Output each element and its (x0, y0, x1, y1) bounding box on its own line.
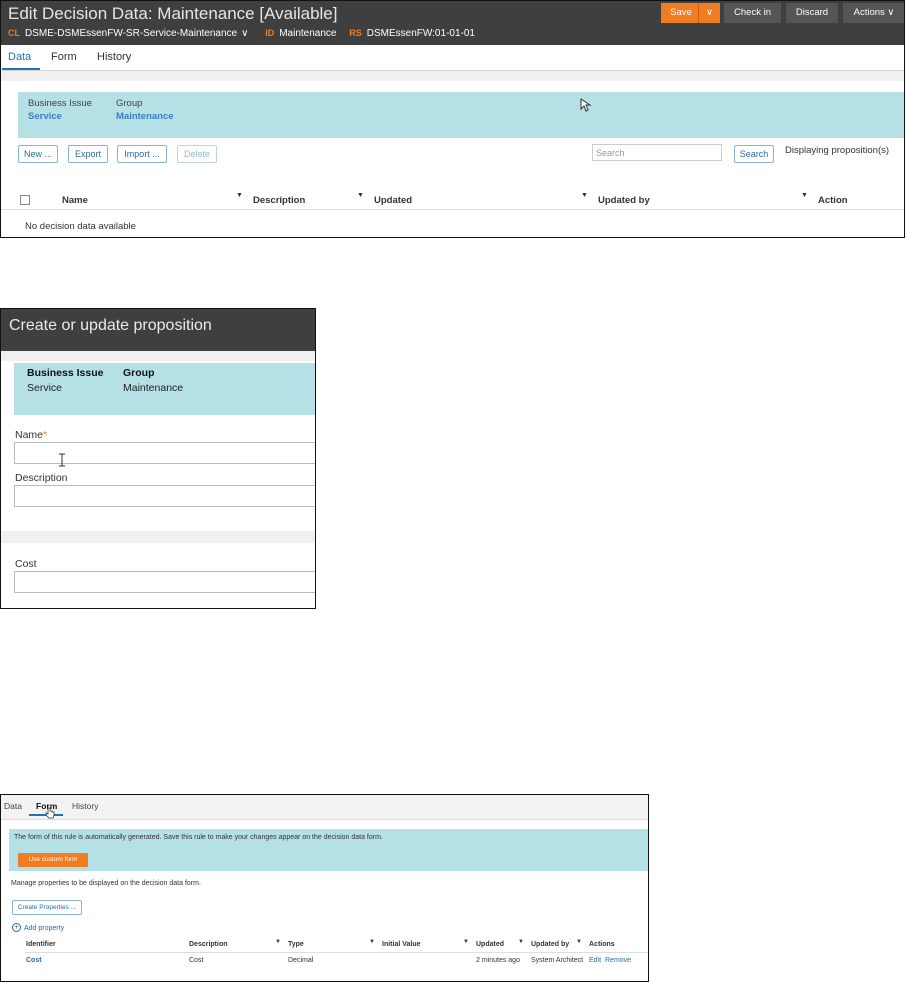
column-updated-by[interactable]: Updated by (598, 195, 650, 206)
new-button[interactable]: New ... (18, 145, 58, 163)
class-key: CL (8, 28, 20, 38)
rule-meta: CL DSME-DSMEssenFW-SR-Service-Maintenance… (8, 28, 485, 39)
description-label: Description (15, 472, 68, 484)
chevron-down-icon[interactable]: ∨ (241, 28, 248, 39)
rule-tabs: Data Form History (1, 795, 648, 820)
ruleset-key: RS (349, 28, 362, 38)
column-description: Description (189, 941, 228, 948)
filter-icon[interactable]: ▼ (463, 939, 469, 945)
name-label-text: Name (15, 429, 44, 441)
header-divider (25, 952, 648, 953)
delete-button[interactable]: Delete (177, 145, 217, 163)
edit-link[interactable]: Edit (589, 957, 601, 964)
column-name[interactable]: Name (62, 195, 88, 206)
save-options-chevron-icon[interactable]: ∨ (698, 3, 720, 23)
group-label: Group (123, 367, 155, 379)
add-property-link[interactable]: Add property (24, 925, 64, 932)
tab-history[interactable]: History (72, 801, 98, 811)
rule-header: Edit Decision Data: Maintenance [Availab… (1, 1, 904, 45)
auto-generated-note: The form of this rule is automatically g… (14, 834, 383, 841)
group-value: Maintenance (123, 382, 184, 394)
filter-icon[interactable]: ▼ (801, 192, 808, 199)
use-custom-form-button[interactable]: Use custom form (18, 853, 88, 867)
discard-button[interactable]: Discard (786, 3, 838, 23)
form-tab-panel: Data Form History The form of this rule … (0, 794, 649, 982)
import-button[interactable]: Import ... (117, 145, 167, 163)
required-icon: * (43, 429, 48, 441)
class-value[interactable]: DSME-DSMEssenFW-SR-Service-Maintenance (25, 28, 237, 39)
actions-button[interactable]: Actions ∨ (843, 3, 904, 23)
dialog-title: Create or update proposition (9, 317, 212, 334)
column-actions: Actions (589, 941, 615, 948)
group-value[interactable]: Maintenance (116, 111, 174, 122)
id-key: ID (265, 28, 275, 38)
filter-icon[interactable]: ▼ (236, 192, 243, 199)
column-identifier: Identifier (26, 941, 56, 948)
column-updated: Updated (476, 941, 504, 948)
rule-tabs: Data Form History (1, 45, 904, 71)
group-label: Group (116, 98, 143, 109)
proposition-dialog: Create or update proposition Business Is… (0, 308, 316, 609)
check-in-button[interactable]: Check in (724, 3, 781, 23)
create-properties-button[interactable]: Create Properties ... (12, 900, 82, 915)
remove-link[interactable]: Remove (605, 957, 631, 964)
mouse-cursor-icon (580, 98, 592, 112)
table-header: Name ▼ Description ▼ Updated ▼ Updated b… (1, 189, 904, 210)
column-updated-by: Updated by (531, 941, 570, 948)
export-button[interactable]: Export (68, 145, 108, 163)
active-tab-indicator (2, 68, 40, 70)
hand-cursor-icon (45, 807, 55, 819)
business-issue-label: Business Issue (28, 98, 92, 109)
text-cursor-icon (59, 453, 65, 467)
add-circle-icon[interactable]: + (12, 923, 21, 932)
rule-title: Edit Decision Data: Maintenance [Availab… (8, 4, 338, 23)
tab-data[interactable]: Data (8, 51, 31, 63)
select-all-checkbox[interactable] (20, 195, 30, 205)
name-label: Name* (15, 429, 47, 441)
filter-icon[interactable]: ▼ (518, 939, 524, 945)
cost-label: Cost (15, 558, 37, 570)
row-updated: 2 minutes ago (476, 957, 520, 964)
id-value: Maintenance (279, 28, 337, 39)
tab-form[interactable]: Form (51, 51, 77, 63)
manage-properties-text: Manage properties to be displayed on the… (11, 880, 201, 887)
row-description: Cost (189, 957, 204, 964)
row-updated-by: System Architect (531, 957, 584, 964)
search-input[interactable]: Search (592, 144, 722, 161)
filter-icon[interactable]: ▼ (576, 939, 582, 945)
column-initial-value: Initial Value (382, 941, 421, 948)
column-updated[interactable]: Updated (374, 195, 412, 206)
divider-band (1, 71, 904, 81)
cost-field[interactable] (14, 571, 315, 593)
search-button[interactable]: Search (734, 145, 774, 163)
ruleset-value: DSMEssenFW:01-01-01 (366, 28, 475, 39)
divider-band (1, 351, 315, 361)
identifier-cost-link[interactable]: Cost (26, 957, 42, 964)
tab-data[interactable]: Data (4, 801, 22, 811)
filter-icon[interactable]: ▼ (357, 192, 364, 199)
column-type: Type (288, 941, 304, 948)
row-type: Decimal (288, 957, 314, 964)
description-field[interactable] (14, 485, 315, 507)
displaying-label: Displaying proposition(s) (785, 145, 890, 156)
decision-data-editor-panel: Edit Decision Data: Maintenance [Availab… (0, 0, 905, 238)
empty-message: No decision data available (25, 221, 136, 232)
save-button[interactable]: Save (661, 3, 701, 23)
filter-icon[interactable]: ▼ (275, 939, 281, 945)
filter-icon[interactable]: ▼ (369, 939, 375, 945)
column-action: Action (818, 195, 848, 206)
business-issue-value: Service (27, 382, 63, 394)
tab-history[interactable]: History (97, 51, 131, 63)
filter-icon[interactable]: ▼ (581, 192, 588, 199)
divider-band (1, 531, 315, 543)
column-description[interactable]: Description (253, 195, 305, 206)
dialog-header: Create or update proposition (1, 309, 315, 351)
business-issue-label: Business Issue (27, 367, 104, 379)
business-issue-value[interactable]: Service (28, 111, 62, 122)
